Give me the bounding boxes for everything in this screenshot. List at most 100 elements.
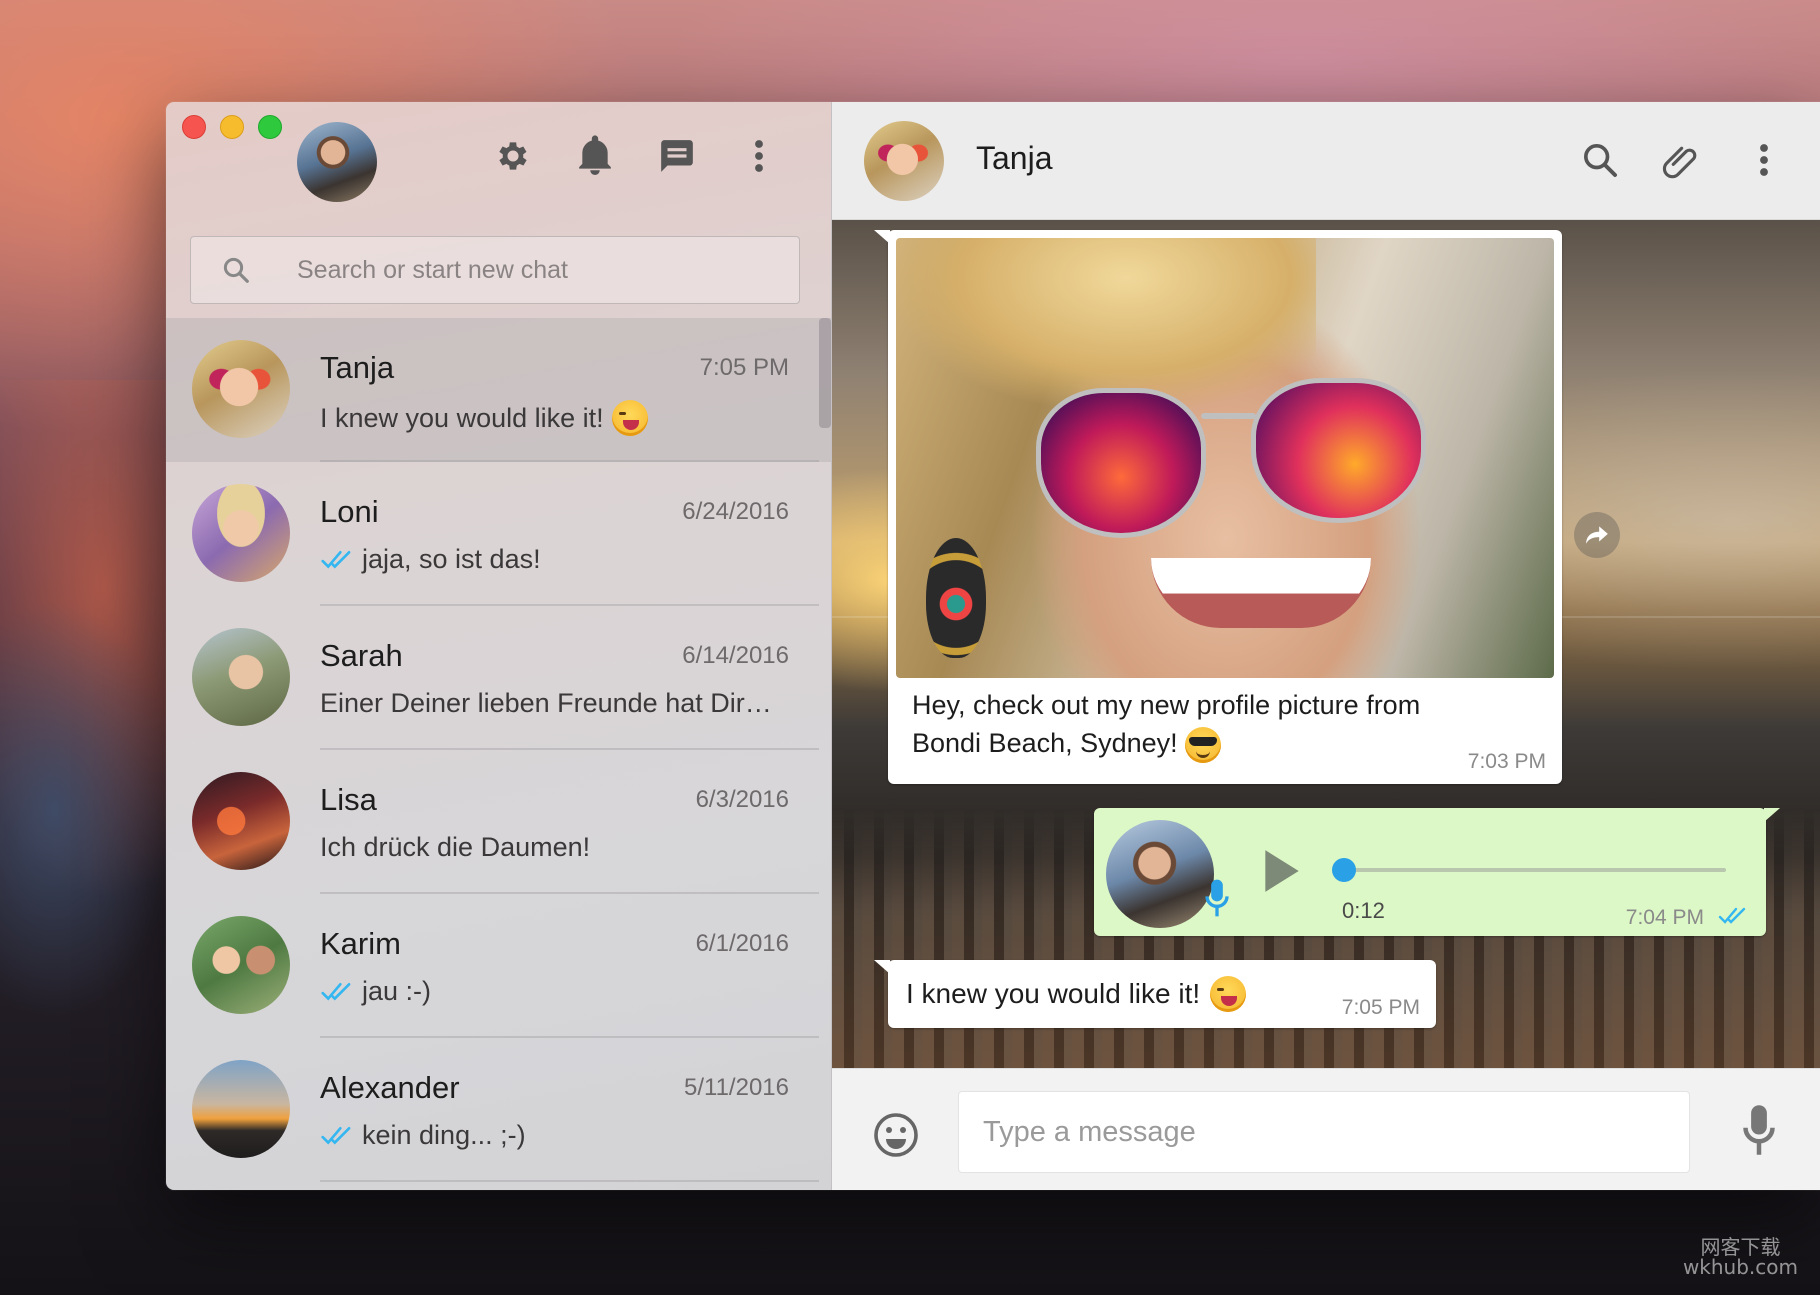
message-input[interactable] [958,1091,1690,1173]
conversation-pane: Tanja Hey, check out my new profile pict… [832,102,1820,1190]
preview-text: jau :-) [362,976,432,1006]
contact-avatar [192,772,290,870]
chat-bubble-icon [661,140,693,172]
maximize-window-button[interactable] [258,115,282,139]
chat-list-scrollbar[interactable] [819,318,831,428]
preview-text: I knew you would like it! [320,402,604,433]
search-box [190,236,800,304]
photo-sunglasses-bridge [1201,413,1256,419]
bubble-tail [874,230,890,244]
image-caption: Hey, check out my new profile picture fr… [912,686,1432,763]
paperclip-icon [1662,146,1697,179]
outgoing-voice-message[interactable]: 0:12 7:04 PM [1094,808,1780,936]
read-ticks-icon [321,982,351,1001]
read-ticks-icon [1718,907,1746,924]
preview-text: kein ding... ;-) [362,1120,526,1150]
minimize-window-button[interactable] [220,115,244,139]
last-message-preview: jau :-) [320,976,431,1007]
incoming-text-message[interactable]: I knew you would like it! 7:05 PM [874,960,1436,1028]
contact-name: Lisa [320,782,377,817]
forward-icon [1586,526,1608,544]
image-caption-text: Hey, check out my new profile picture fr… [912,690,1421,758]
conversation-header: Tanja [832,102,1820,220]
microphone-icon [1205,879,1229,917]
close-window-button[interactable] [182,115,206,139]
sidebar-menu-button[interactable] [739,136,779,176]
microphone-icon[interactable] [1740,1103,1778,1157]
message-area[interactable]: Hey, check out my new profile picture fr… [832,220,1820,1068]
contact-avatar [192,628,290,726]
voice-progress-track[interactable] [1348,868,1726,872]
contact-name: Alexander [320,1070,460,1105]
forward-button[interactable] [1574,512,1620,558]
last-message-time: 6/1/2016 [695,930,789,957]
last-message-preview: I knew you would like it! [320,400,648,436]
photo-earring [926,538,986,658]
photo-smile [1151,558,1371,628]
message-text: I knew you would like it! [906,978,1201,1009]
more-vertical-icon [1760,144,1768,176]
notifications-button[interactable] [575,135,615,176]
read-ticks-icon [321,1126,351,1145]
preview-text: jaja, so ist das! [362,544,541,574]
conversation-menu-button[interactable] [1742,138,1786,182]
more-vertical-icon [755,140,763,172]
message-time: 7:04 PM [1625,906,1704,929]
search-icon [1584,144,1617,177]
attach-button[interactable] [1660,138,1704,182]
desktop-blur-cool [0,600,180,1020]
bell-icon [579,135,611,175]
sunglasses-emoji-icon [1185,726,1222,763]
chat-list-item[interactable]: Tanja 7:05 PM I knew you would like it! [166,318,831,462]
message-composer [832,1068,1820,1190]
voice-progress-knob[interactable] [1332,858,1356,882]
shared-photo[interactable] [896,238,1554,678]
watermark: 网客下载 wkhub.com [1683,1237,1798,1277]
search-icon [223,257,249,283]
chat-list-item[interactable]: Sarah 6/14/2016 Einer Deiner lieben Freund… [166,606,831,750]
chat-list-item[interactable]: Karim 6/1/2016 jau :-) [166,894,831,1038]
preview-text: Ich drück die Daumen! [320,832,591,862]
search-area [166,220,831,306]
message-time: 7:03 PM [1467,750,1546,773]
contact-name: Tanja [320,350,395,385]
contact-name: Karim [320,926,401,961]
chat-list-item[interactable]: Lisa 6/3/2016 Ich drück die Daumen! [166,750,831,894]
window-controls [182,115,282,139]
new-chat-button[interactable] [657,136,697,176]
play-icon[interactable] [1260,846,1304,896]
settings-button[interactable] [493,136,533,176]
last-message-time: 5/11/2016 [684,1074,789,1101]
search-input[interactable] [297,255,717,285]
watermark-line-1: 网客下载 [1700,1235,1781,1259]
contact-avatar [192,1060,290,1158]
incoming-image-message[interactable]: Hey, check out my new profile picture fr… [874,230,1562,784]
last-message-time: 6/3/2016 [695,786,789,813]
chat-list-item[interactable]: Loni 6/24/2016 jaja, so ist das! [166,462,831,606]
last-message-preview: Einer Deiner lieben Freunde hat Dir… [320,688,772,719]
app-window: Tanja 7:05 PM I knew you would like it! Lon… [166,102,1820,1190]
last-message-time: 6/14/2016 [682,642,789,669]
bubble-tail [1764,808,1780,822]
search-messages-button[interactable] [1578,138,1622,182]
chat-list: Tanja 7:05 PM I knew you would like it! Lon… [166,318,831,1182]
last-message-preview: Ich drück die Daumen! [320,832,590,863]
sidebar-toolbar [493,135,779,176]
chat-divider [320,1180,819,1182]
my-profile-avatar[interactable] [297,122,377,202]
last-message-preview: kein ding... ;-) [320,1120,526,1151]
contact-avatar [192,484,290,582]
photo-sunglasses-left [1036,388,1206,538]
sidebar: Tanja 7:05 PM I knew you would like it! Lon… [166,102,832,1190]
emoji-picker-icon[interactable] [872,1111,920,1159]
last-message-time: 6/24/2016 [682,498,789,525]
contact-name[interactable]: Tanja [976,140,1053,177]
contact-name: Loni [320,494,379,529]
contact-avatar [192,340,290,438]
contact-name: Sarah [320,638,403,673]
voice-duration: 0:12 [1342,898,1385,923]
contact-avatar[interactable] [864,121,944,201]
chat-list-item[interactable]: Alexander 5/11/2016 kein ding... ;-) [166,1038,831,1182]
winking-emoji-icon [611,400,648,436]
message-time: 7:05 PM [1341,996,1420,1019]
